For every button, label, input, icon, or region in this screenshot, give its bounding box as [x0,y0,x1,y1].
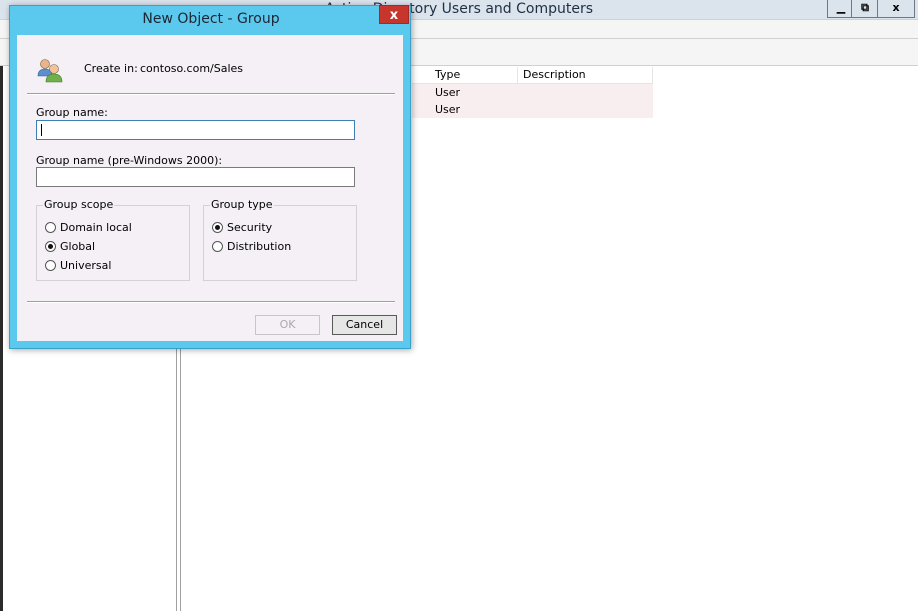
main-close-button[interactable]: x [877,0,915,18]
column-header-description[interactable]: Description [518,67,653,83]
group-name-pre2000-label: Group name (pre-Windows 2000): [36,154,223,167]
list-item-type: User [435,103,461,116]
radio-selected-dot [215,225,220,230]
radio-button[interactable] [212,241,223,252]
group-name-label: Group name: [36,106,108,119]
group-name-input[interactable] [36,120,355,140]
column-header-type[interactable]: Type [430,67,518,83]
new-object-group-dialog: New Object - Group x Create in: contoso.… [9,5,411,349]
group-name-pre2000-input[interactable] [36,167,355,187]
create-in-path: contoso.com/Sales [140,62,244,75]
radio-label: Global [60,240,96,253]
separator [27,93,395,95]
restore-button[interactable]: ⧉ [851,0,879,18]
group-scope-box: Group scope Domain local Global Universa… [36,198,190,281]
text-caret [41,124,42,136]
dialog-title: New Object - Group [142,11,280,27]
group-type-legend: Group type [210,198,274,211]
separator [27,301,395,303]
radio-label: Domain local [60,221,132,234]
radio-button[interactable] [45,241,56,252]
group-scope-legend: Group scope [43,198,115,211]
list-item-type: User [435,86,461,99]
radio-selected-dot [48,244,53,249]
list-item[interactable]: User [412,84,653,101]
group-type-box: Group type Security Distribution [203,198,357,281]
users-group-icon [37,59,63,83]
radio-button[interactable] [45,222,56,233]
create-in-label: Create in: [84,62,138,75]
radio-button[interactable] [212,222,223,233]
list-header: Type Description [412,67,653,84]
dialog-body: Create in: contoso.com/Sales Group name:… [17,35,403,341]
ok-button[interactable]: OK [255,315,320,335]
cancel-button[interactable]: Cancel [332,315,397,335]
list-item[interactable]: User [412,101,653,118]
radio-label: Security [227,221,273,234]
radio-label: Distribution [227,240,292,253]
radio-button[interactable] [45,260,56,271]
radio-label: Universal [60,259,112,272]
dialog-close-button[interactable]: x [379,5,409,24]
